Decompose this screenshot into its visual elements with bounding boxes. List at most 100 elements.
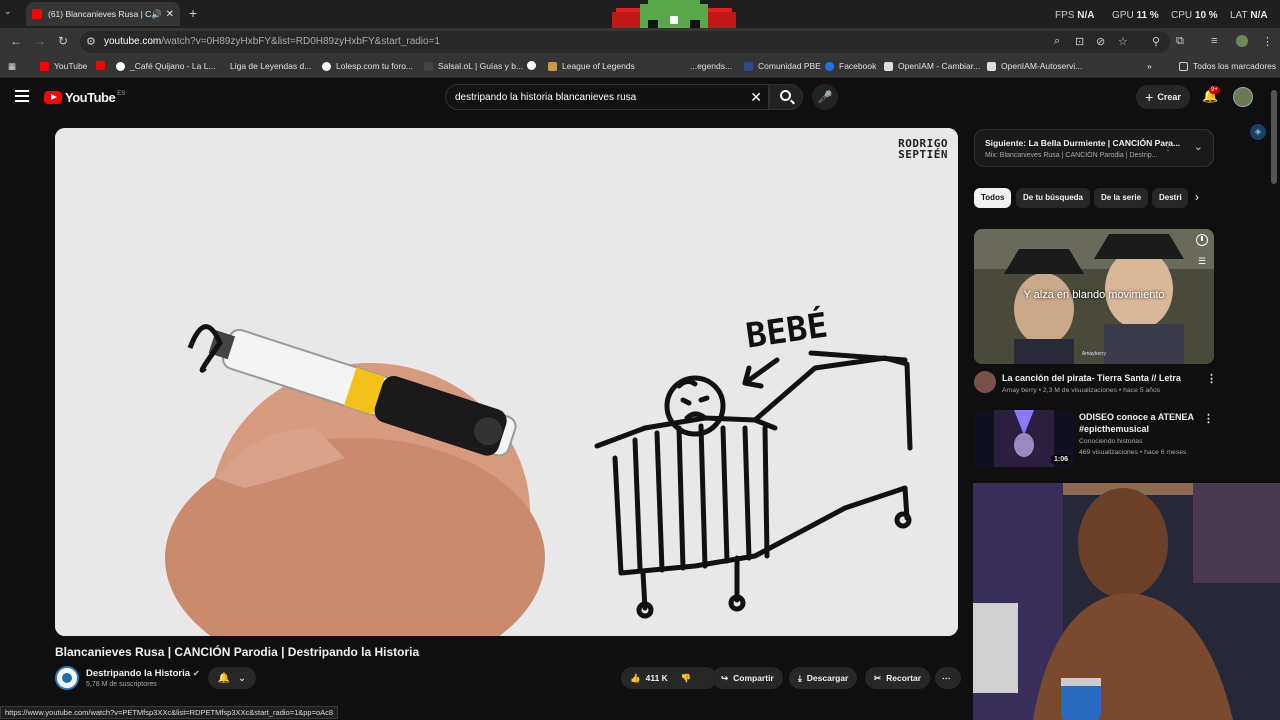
download-icon: ⤓ xyxy=(798,672,802,683)
bookmark-legends[interactable]: ...egends... xyxy=(690,61,732,71)
eye-off-icon[interactable]: ⊘ xyxy=(1096,35,1105,48)
youtube-favicon-icon xyxy=(32,9,42,19)
forward-icon[interactable]: → xyxy=(34,34,46,48)
webcam-overlay xyxy=(973,483,1280,720)
add-to-queue-icon[interactable]: ☰ xyxy=(1198,256,1206,267)
up-next-subtitle: Mix: Blancanieves Rusa | CANCIÓN Parodia… xyxy=(985,152,1158,159)
chip-de-la-serie[interactable]: De la serie xyxy=(1094,188,1149,208)
page-scrollbar[interactable] xyxy=(1271,90,1277,184)
audio-icon[interactable]: 🔊 xyxy=(151,9,162,20)
translate-extension-icon[interactable]: ◈ xyxy=(1250,124,1266,140)
video-meta-odiseo: 469 visualizaciones • hace 6 meses xyxy=(1079,449,1187,456)
menu-icon[interactable]: ⋮ xyxy=(1262,35,1273,48)
like-dislike-group[interactable]: 👍 411 K 👎 xyxy=(621,667,717,689)
hud-cpu: CPU 10 % xyxy=(1171,10,1218,21)
clear-search-icon[interactable]: ✕ xyxy=(750,89,762,106)
bookmark-salsalol[interactable]: Salsal.oL | Guías y b... xyxy=(424,61,523,71)
more-bookmarks-icon[interactable]: » xyxy=(1147,61,1152,71)
thumbnail-caption: Y alza en blando movimiento xyxy=(1023,289,1165,301)
back-icon[interactable]: ← xyxy=(10,34,22,48)
more-actions-icon[interactable]: ⋯ xyxy=(935,667,961,689)
share-icon: ↪ xyxy=(721,672,729,683)
voice-search-icon[interactable]: 🎤 xyxy=(812,84,838,110)
bookmark-facebook[interactable]: Facebook xyxy=(825,61,876,71)
search-input[interactable]: destripando la historia blancanieves rus… xyxy=(455,92,636,103)
extensions-icon[interactable]: ⧉ xyxy=(1176,35,1184,48)
video-frame-drawing: BEBÉ xyxy=(55,128,958,636)
url-text[interactable]: youtube.com/watch?v=0H89zyHxbFY&list=RD0… xyxy=(104,36,440,47)
chevron-down-icon: ⌄ xyxy=(237,672,247,684)
bookmark-pbe[interactable]: Comunidad PBE xyxy=(744,61,821,71)
up-next-title: Siguiente: La Bella Durmiente | CANCIÓN … xyxy=(985,138,1181,148)
create-button[interactable]: + Crear xyxy=(1136,85,1190,109)
new-tab-button[interactable]: + xyxy=(189,5,197,21)
webcam-image xyxy=(973,483,1280,720)
video-title-odiseo[interactable]: ODISEO conoce a ATENEA #epicthemusical xyxy=(1079,411,1194,435)
download-button[interactable]: ⤓ Descargar xyxy=(789,667,858,689)
more-options-icon[interactable]: ⋮ xyxy=(1203,412,1214,425)
like-count: 411 K xyxy=(645,673,668,683)
share-button[interactable]: ↪ Compartir xyxy=(712,667,783,689)
install-icon[interactable]: ⊡ xyxy=(1075,35,1084,48)
tab-close-icon[interactable]: ✕ xyxy=(166,9,174,20)
up-next-panel[interactable]: Siguiente: La Bella Durmiente | CANCIÓN … xyxy=(974,129,1214,167)
bookmark-league[interactable]: League of Legends xyxy=(548,61,635,71)
bookmark-openiam-2[interactable]: OpenIAM-Autoservi... xyxy=(987,61,1082,71)
reload-icon[interactable]: ↻ xyxy=(58,34,68,48)
bookmark-liga-leyendas[interactable]: Liga de Leyendas d... xyxy=(216,61,311,71)
video-meta-pirata: Amay berry • 2,3 M de visualizaciones • … xyxy=(1002,387,1161,394)
chip-de-tu-busqueda[interactable]: De tu búsqueda xyxy=(1016,188,1091,208)
subscriber-count: 5,78 M de suscriptores xyxy=(86,681,157,688)
channel-avatar[interactable] xyxy=(55,666,79,690)
media-icon[interactable]: ≡ xyxy=(1211,35,1217,47)
star-icon[interactable]: ☆ xyxy=(1118,35,1128,48)
search-icon xyxy=(780,90,791,101)
video-player[interactable]: BEBÉ RODRIGO SEPTIÉN xyxy=(55,128,958,636)
bookmark-youtube[interactable]: YouTube xyxy=(40,61,87,71)
search-button[interactable] xyxy=(769,84,803,110)
dislike-icon[interactable]: 👎 xyxy=(681,673,692,684)
tab-title: (61) Blancanieves Rusa | CA xyxy=(48,9,152,19)
account-avatar[interactable] xyxy=(1233,87,1253,107)
scissors-icon: ✂ xyxy=(874,672,882,683)
youtube-play-icon xyxy=(44,91,62,104)
like-icon[interactable]: 👍 xyxy=(630,673,641,684)
status-bar-url: https://www.youtube.com/watch?v=PETMfsp3… xyxy=(0,706,339,719)
youtube-logo[interactable]: YouTube ES xyxy=(44,90,125,105)
tab-youtube[interactable]: (61) Blancanieves Rusa | CA 🔊 ✕ xyxy=(26,2,180,26)
bookmark-openiam-1[interactable]: OpenIAM - Cambiar... xyxy=(884,61,980,71)
bookmark-youtube-2[interactable] xyxy=(96,61,110,70)
video-title-pirata[interactable]: La canción del pirata- Tierra Santa // L… xyxy=(1002,372,1202,384)
channel-avatar-amay[interactable] xyxy=(974,371,996,393)
all-bookmarks[interactable]: Todos los marcadores xyxy=(1179,61,1276,71)
zoom-icon[interactable]: ⌕ xyxy=(1054,35,1060,48)
bell-icon: 🔔 xyxy=(217,672,231,684)
bookmark-globe[interactable] xyxy=(527,61,541,70)
apps-icon[interactable]: ▦ xyxy=(8,61,16,72)
hud-lat: LAT N/A xyxy=(1230,10,1268,21)
video-title: Blancanieves Rusa | CANCIÓN Parodia | De… xyxy=(55,645,420,659)
notification-badge: 9+ xyxy=(1209,86,1220,94)
subscription-bell-button[interactable]: 🔔 ⌄ xyxy=(208,667,256,689)
bookmark-cafe-quijano[interactable]: _Café Quijano - La L... xyxy=(116,61,216,71)
guide-menu-icon[interactable] xyxy=(15,90,29,102)
more-options-icon[interactable]: ⋮ xyxy=(1206,372,1217,385)
video-thumbnail-pirata[interactable]: Y alza en blando movimiento Amayberry xyxy=(974,229,1214,364)
tab-list-icon[interactable]: ⌄ xyxy=(4,6,12,17)
extension-key-icon[interactable]: ⚲ xyxy=(1152,35,1160,48)
chip-todos[interactable]: Todos xyxy=(974,188,1012,208)
clip-button[interactable]: ✂ Recortar xyxy=(865,667,931,689)
chevron-right-icon[interactable]: › xyxy=(1195,190,1199,204)
watch-later-icon[interactable] xyxy=(1196,234,1208,246)
author-watermark: RODRIGO SEPTIÉN xyxy=(898,137,948,161)
video-thumbnail-odiseo[interactable]: 1:06 xyxy=(974,410,1074,467)
profile-icon[interactable] xyxy=(1236,35,1248,47)
chevron-down-icon[interactable]: ⌄ xyxy=(1194,140,1203,153)
chip-destri[interactable]: Destri xyxy=(1152,188,1188,208)
hud-gpu: GPU 11 % xyxy=(1112,10,1159,21)
bookmark-lolesp[interactable]: Lolesp.com tu foro... xyxy=(322,61,413,71)
more-options-icon[interactable]: ⋮ xyxy=(1163,142,1173,153)
search-box[interactable]: destripando la historia blancanieves rus… xyxy=(445,84,769,110)
site-info-icon[interactable]: ⚙ xyxy=(86,35,96,48)
channel-name[interactable]: Destripando la Historia ✔ xyxy=(86,668,200,679)
